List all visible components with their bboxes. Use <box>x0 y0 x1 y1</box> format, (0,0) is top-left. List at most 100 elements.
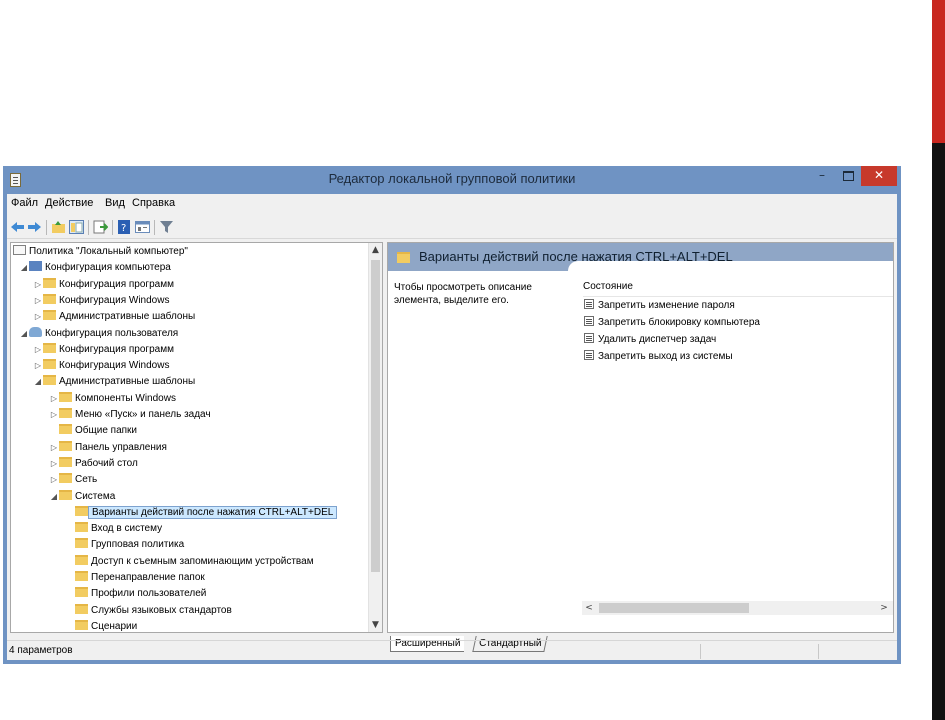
tree-node[interactable]: ◢ Конфигурация пользователя <box>19 326 178 342</box>
title-bar[interactable]: Редактор локальной групповой политики – … <box>3 166 901 194</box>
tree-node[interactable]: Групповая политика <box>65 537 184 553</box>
tree-node[interactable]: ▷ Рабочий стол <box>49 456 138 472</box>
scroll-thumb[interactable] <box>371 260 380 572</box>
tree-node[interactable]: ▷ Меню «Пуск» и панель задач <box>49 407 211 423</box>
policy-item[interactable]: Запретить изменение пароля <box>584 298 735 314</box>
collapsed-arrow-icon[interactable]: ▷ <box>49 440 59 456</box>
folder-icon <box>75 554 88 565</box>
folder-icon <box>59 408 72 418</box>
policy-setting-icon <box>584 350 594 360</box>
tree-node-label: Общие папки <box>75 425 138 437</box>
forward-icon[interactable] <box>27 220 42 234</box>
folder-icon <box>43 293 56 304</box>
tree-vertical-scrollbar[interactable]: ▲ ▼ <box>368 243 382 632</box>
tree-node[interactable]: ▷ Конфигурация Windows <box>33 358 169 374</box>
policy-item[interactable]: Запретить выход из системы <box>584 349 733 365</box>
tree-node[interactable]: ◢ Система <box>49 489 115 505</box>
collapsed-arrow-icon[interactable]: ▷ <box>33 358 43 374</box>
collapsed-arrow-icon[interactable]: ▷ <box>33 309 43 325</box>
show-hide-tree-icon[interactable] <box>69 220 84 234</box>
scroll-left-arrow[interactable]: < <box>584 601 594 615</box>
tree-node[interactable]: Вход в систему <box>65 521 162 537</box>
tree-node-label: Профили пользователей <box>91 588 207 600</box>
client-area: Файл Действие Вид Справка ? Сценарии Служ… <box>7 194 897 660</box>
expanded-arrow-icon[interactable]: ◢ <box>33 374 43 390</box>
expanded-arrow-icon[interactable]: ◢ <box>19 326 29 342</box>
maximize-button[interactable] <box>835 166 861 186</box>
maximize-icon <box>842 171 854 181</box>
tree-node[interactable]: Профили пользователей <box>65 586 206 602</box>
tree-node-label: Сеть <box>75 474 98 486</box>
expanded-arrow-icon[interactable]: ◢ <box>19 260 29 276</box>
folder-icon <box>75 603 88 614</box>
scroll-up-arrow[interactable]: ▲ <box>369 243 382 257</box>
menu-bar: Файл Действие Вид Справка <box>7 194 897 214</box>
tree-node-label: Конфигурация программ <box>59 278 174 290</box>
tree-node-label: Доступ к съемным запоминающим устройства… <box>91 555 314 567</box>
collapsed-arrow-icon[interactable]: ▷ <box>33 277 43 293</box>
tree-node[interactable]: ◢ Административные шаблоны <box>33 374 195 390</box>
export-icon[interactable] <box>93 220 108 234</box>
menu-file[interactable]: Файл <box>11 197 38 209</box>
tree-node[interactable]: ▷ Сеть <box>49 472 97 488</box>
tree-node-label: Перенаправление папок <box>91 572 205 583</box>
status-divider <box>818 644 819 659</box>
collapsed-arrow-icon[interactable]: ▷ <box>49 391 59 407</box>
folder-icon <box>43 310 56 321</box>
list-horizontal-scrollbar[interactable]: < > <box>582 601 893 615</box>
tree-node-label: Конфигурация Windows <box>59 294 170 306</box>
menu-help[interactable]: Справка <box>132 197 175 209</box>
folder-icon <box>59 440 72 451</box>
tree-node[interactable]: Политика "Локальный компьютер" <box>13 244 188 260</box>
tree-node[interactable]: Перенаправление папок <box>65 570 205 586</box>
collapsed-arrow-icon[interactable]: ▷ <box>49 472 59 488</box>
folder-icon <box>59 489 72 500</box>
policy-document-icon <box>13 245 26 255</box>
tree-node-selected[interactable]: Варианты действий после нажатия CTRL+ALT… <box>65 505 338 521</box>
tree-node[interactable]: ▷ Конфигурация программ <box>33 277 174 293</box>
folder-icon <box>75 538 88 549</box>
policy-item-label: Запретить изменение пароля <box>598 300 735 311</box>
tree-view[interactable]: Сценарии Службы языковых стандартов Профил… <box>10 242 383 633</box>
policy-setting-icon <box>584 299 594 309</box>
tree-node-label: Конфигурация Windows <box>59 360 170 372</box>
collapsed-arrow-icon[interactable]: ▷ <box>49 456 59 472</box>
scroll-right-arrow[interactable]: > <box>879 601 889 615</box>
tree-node[interactable]: Службы языковых стандартов <box>65 603 232 619</box>
toolbar: ? <box>7 216 897 239</box>
collapsed-arrow-icon[interactable]: ▷ <box>49 407 59 423</box>
expanded-arrow-icon[interactable]: ◢ <box>49 489 59 505</box>
column-header-state[interactable]: Состояние <box>583 281 893 297</box>
help-icon[interactable]: ? <box>117 220 132 234</box>
policy-item[interactable]: Запретить блокировку компьютера <box>584 315 760 331</box>
tree-node[interactable]: ▷ Конфигурация программ <box>33 342 174 358</box>
folder-icon <box>59 424 72 435</box>
scroll-thumb[interactable] <box>599 603 749 613</box>
tree-node[interactable]: ▷ Административные шаблоны <box>33 309 195 325</box>
policy-item[interactable]: Удалить диспетчер задач <box>584 332 716 348</box>
close-button[interactable]: ✕ <box>861 166 897 186</box>
tree-node[interactable]: Доступ к съемным запоминающим устройства… <box>65 554 314 570</box>
tree-node-label: Варианты действий после нажатия CTRL+ALT… <box>88 505 338 519</box>
menu-action[interactable]: Действие <box>45 197 93 209</box>
collapsed-arrow-icon[interactable]: ▷ <box>33 293 43 309</box>
description-text: Чтобы просмотреть описание элемента, выд… <box>394 282 532 306</box>
tree-node[interactable]: Сценарии <box>65 619 137 632</box>
collapsed-arrow-icon[interactable]: ▷ <box>33 342 43 358</box>
menu-view[interactable]: Вид <box>105 197 125 209</box>
folder-icon <box>43 342 56 353</box>
back-icon[interactable] <box>10 220 25 234</box>
up-folder-icon[interactable] <box>51 220 66 234</box>
tree-node-label: Система <box>75 490 116 502</box>
computer-icon <box>29 261 42 272</box>
tree-node[interactable]: ▷ Компоненты Windows <box>49 391 176 407</box>
tree-node[interactable]: Общие папки <box>49 423 137 439</box>
tree-node[interactable]: ▷ Панель управления <box>49 440 167 456</box>
minimize-button[interactable]: – <box>809 166 835 186</box>
tree-node[interactable]: ▷ Конфигурация Windows <box>33 293 169 309</box>
scroll-down-arrow[interactable]: ▼ <box>369 618 382 632</box>
tree-node[interactable]: ◢ Конфигурация компьютера <box>19 260 171 276</box>
filter-icon[interactable] <box>159 220 174 234</box>
properties-icon[interactable] <box>135 220 150 234</box>
toolbar-separator <box>154 220 155 235</box>
